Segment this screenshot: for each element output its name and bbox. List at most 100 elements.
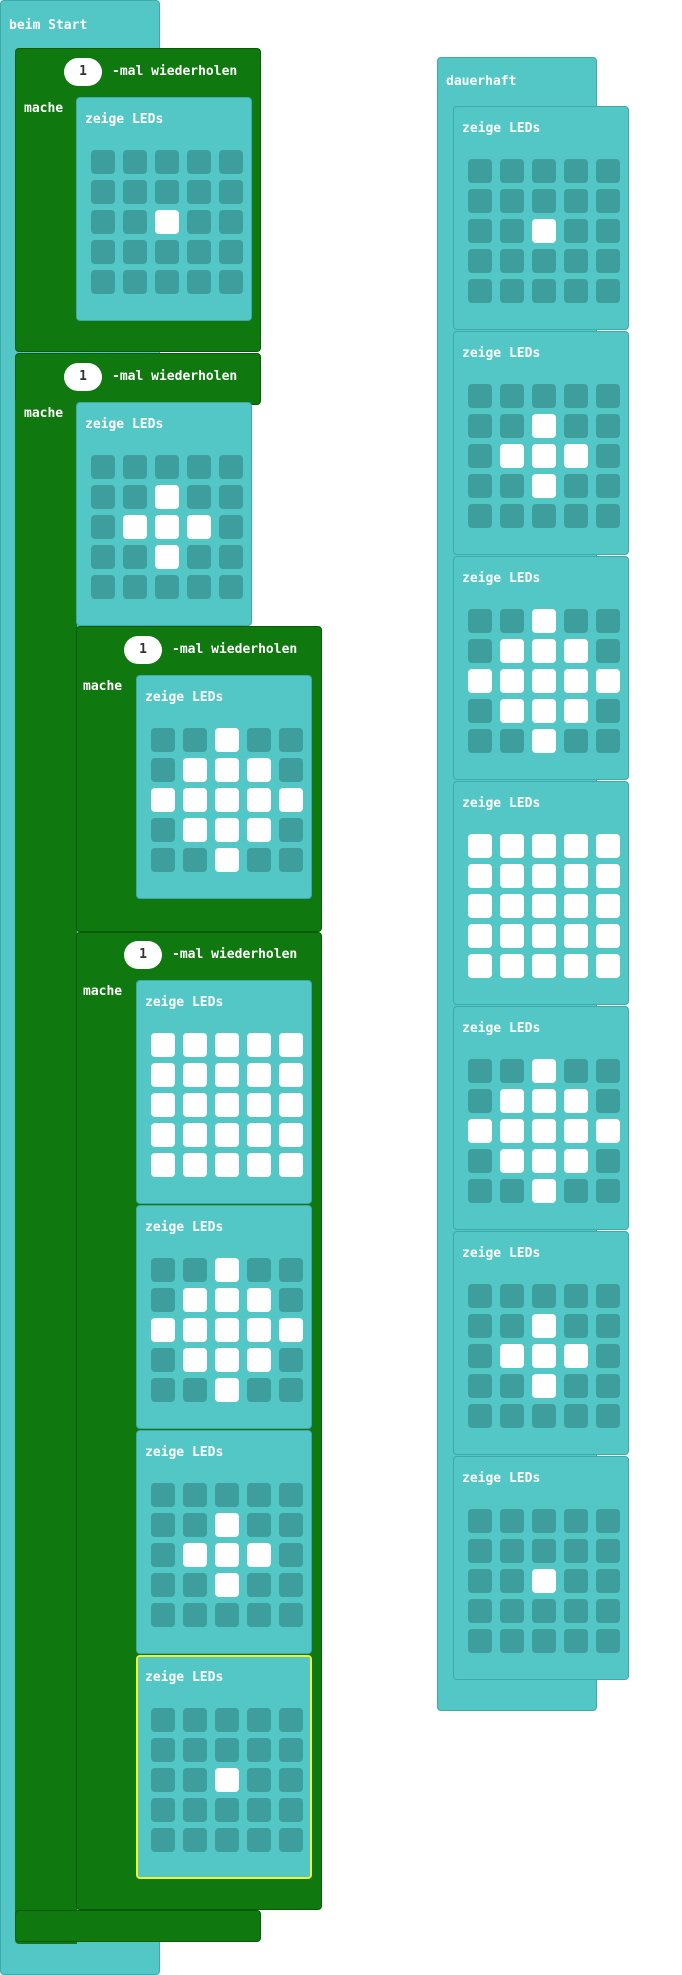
led-off[interactable] [279,848,303,872]
led-on[interactable] [532,1149,556,1173]
led-off[interactable] [564,729,588,753]
led-off[interactable] [123,240,147,264]
led-off[interactable] [500,1179,524,1203]
led-on[interactable] [215,1258,239,1282]
led-off[interactable] [155,240,179,264]
led-on[interactable] [564,1089,588,1113]
led-on[interactable] [564,1344,588,1368]
led-on[interactable] [183,1153,207,1177]
led-off[interactable] [596,609,620,633]
led-on[interactable] [247,1153,271,1177]
led-on[interactable] [183,788,207,812]
led-off[interactable] [183,728,207,752]
led-off[interactable] [468,414,492,438]
led-on[interactable] [564,639,588,663]
led-on[interactable] [468,864,492,888]
led-on[interactable] [183,1543,207,1567]
led-on[interactable] [247,1348,271,1372]
led-off[interactable] [91,270,115,294]
led-off[interactable] [532,384,556,408]
led-off[interactable] [500,1629,524,1653]
led-off[interactable] [564,1539,588,1563]
led-off[interactable] [183,1738,207,1762]
led-off[interactable] [468,1314,492,1338]
led-off[interactable] [564,159,588,183]
led-off[interactable] [279,728,303,752]
led-off[interactable] [596,1059,620,1083]
led-off[interactable] [247,1573,271,1597]
led-off[interactable] [468,699,492,723]
led-on[interactable] [532,834,556,858]
led-on[interactable] [247,1123,271,1147]
led-on[interactable] [564,894,588,918]
led-off[interactable] [247,1378,271,1402]
led-off[interactable] [596,1599,620,1623]
led-off[interactable] [596,1179,620,1203]
led-off[interactable] [532,1284,556,1308]
led-on[interactable] [215,788,239,812]
repeat-count-input-2[interactable]: 1 [64,363,102,391]
led-on[interactable] [532,1569,556,1593]
show-leds-block-f1[interactable]: zeige LEDs [453,106,629,330]
led-off[interactable] [468,729,492,753]
led-on[interactable] [279,788,303,812]
led-off[interactable] [279,1288,303,1312]
led-off[interactable] [596,1569,620,1593]
led-on[interactable] [123,515,147,539]
led-on[interactable] [183,1063,207,1087]
led-off[interactable] [151,1258,175,1282]
led-off[interactable] [500,1314,524,1338]
led-off[interactable] [468,504,492,528]
led-off[interactable] [596,384,620,408]
led-off[interactable] [596,729,620,753]
led-off[interactable] [151,1513,175,1537]
led-on[interactable] [500,1119,524,1143]
led-off[interactable] [91,485,115,509]
led-off[interactable] [183,848,207,872]
led-off[interactable] [187,180,211,204]
led-on[interactable] [532,414,556,438]
led-off[interactable] [500,1569,524,1593]
led-on[interactable] [215,728,239,752]
led-on[interactable] [564,444,588,468]
led-off[interactable] [219,240,243,264]
led-off[interactable] [187,485,211,509]
led-off[interactable] [219,545,243,569]
led-off[interactable] [596,1149,620,1173]
led-off[interactable] [468,474,492,498]
led-on[interactable] [247,1288,271,1312]
led-off[interactable] [215,1738,239,1762]
led-on[interactable] [564,954,588,978]
led-off[interactable] [91,240,115,264]
led-off[interactable] [187,455,211,479]
led-off[interactable] [183,1603,207,1627]
led-off[interactable] [564,414,588,438]
led-on[interactable] [279,1318,303,1342]
led-on[interactable] [215,1123,239,1147]
led-off[interactable] [532,249,556,273]
led-off[interactable] [564,1284,588,1308]
led-off[interactable] [247,1828,271,1852]
repeat-count-input-3[interactable]: 1 [124,636,162,664]
led-on[interactable] [183,1348,207,1372]
led-off[interactable] [247,1603,271,1627]
led-off[interactable] [468,279,492,303]
led-off[interactable] [123,270,147,294]
led-off[interactable] [183,1483,207,1507]
led-off[interactable] [468,1344,492,1368]
led-off[interactable] [151,1828,175,1852]
led-off[interactable] [123,210,147,234]
led-on[interactable] [596,1119,620,1143]
led-off[interactable] [279,1543,303,1567]
led-off[interactable] [247,848,271,872]
led-off[interactable] [564,219,588,243]
led-off[interactable] [155,150,179,174]
show-leds-block-f2[interactable]: zeige LEDs [453,331,629,555]
led-on[interactable] [247,1063,271,1087]
led-off[interactable] [219,485,243,509]
led-off[interactable] [532,1629,556,1653]
led-off[interactable] [532,1539,556,1563]
led-on[interactable] [532,699,556,723]
led-on[interactable] [215,1033,239,1057]
led-on[interactable] [564,699,588,723]
